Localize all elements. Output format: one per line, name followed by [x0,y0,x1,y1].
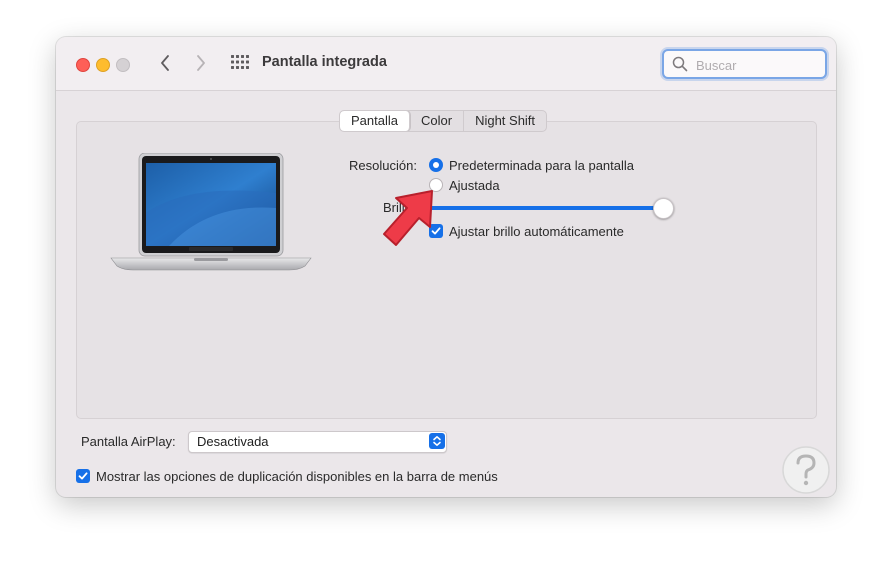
brightness-slider-knob[interactable] [653,198,674,219]
site-watermark-icon [782,446,830,494]
resolution-label: Resolución: [349,158,417,173]
tab-bar: Pantalla Color Night Shift [339,110,548,132]
airplay-select[interactable]: Desactivada [188,431,447,453]
mirroring-checkbox[interactable] [76,469,90,483]
auto-brightness-label[interactable]: Ajustar brillo automáticamente [449,224,624,239]
chevron-left-icon [161,55,169,71]
resolution-scaled-label[interactable]: Ajustada [449,178,500,193]
brightness-slider-track[interactable] [429,206,667,210]
chevron-right-icon [197,55,205,71]
grid-icon [231,55,249,69]
select-stepper[interactable] [429,433,445,449]
resolution-default-radio[interactable] [429,158,443,172]
window-title: Pantalla integrada [262,54,387,70]
mirroring-label[interactable]: Mostrar las opciones de duplicación disp… [96,469,498,484]
tab-color[interactable]: Color [410,111,465,131]
back-button[interactable] [154,52,176,74]
zoom-button[interactable] [116,58,130,72]
resolution-default-label[interactable]: Predeterminada para la pantalla [449,158,634,173]
tab-pantalla[interactable]: Pantalla [340,111,410,131]
show-all-button[interactable] [231,55,249,73]
arrow-pointer-icon [383,190,433,246]
minimize-button[interactable] [96,58,110,72]
title-bar: Pantalla integrada [56,37,836,91]
search-input[interactable] [694,55,818,75]
airplay-label: Pantalla AirPlay: [81,434,176,449]
tab-night-shift[interactable]: Night Shift [464,111,546,131]
magnifying-glass-icon [672,56,688,72]
search-field[interactable] [662,49,827,79]
airplay-select-value: Desactivada [197,434,269,449]
checkmark-icon [78,472,88,480]
close-button[interactable] [76,58,90,72]
preferences-window: Pantalla integrada Pantalla Color Night … [56,37,836,497]
up-down-chevron-icon [433,436,441,446]
forward-button[interactable] [190,52,212,74]
laptop-icon [110,153,312,271]
